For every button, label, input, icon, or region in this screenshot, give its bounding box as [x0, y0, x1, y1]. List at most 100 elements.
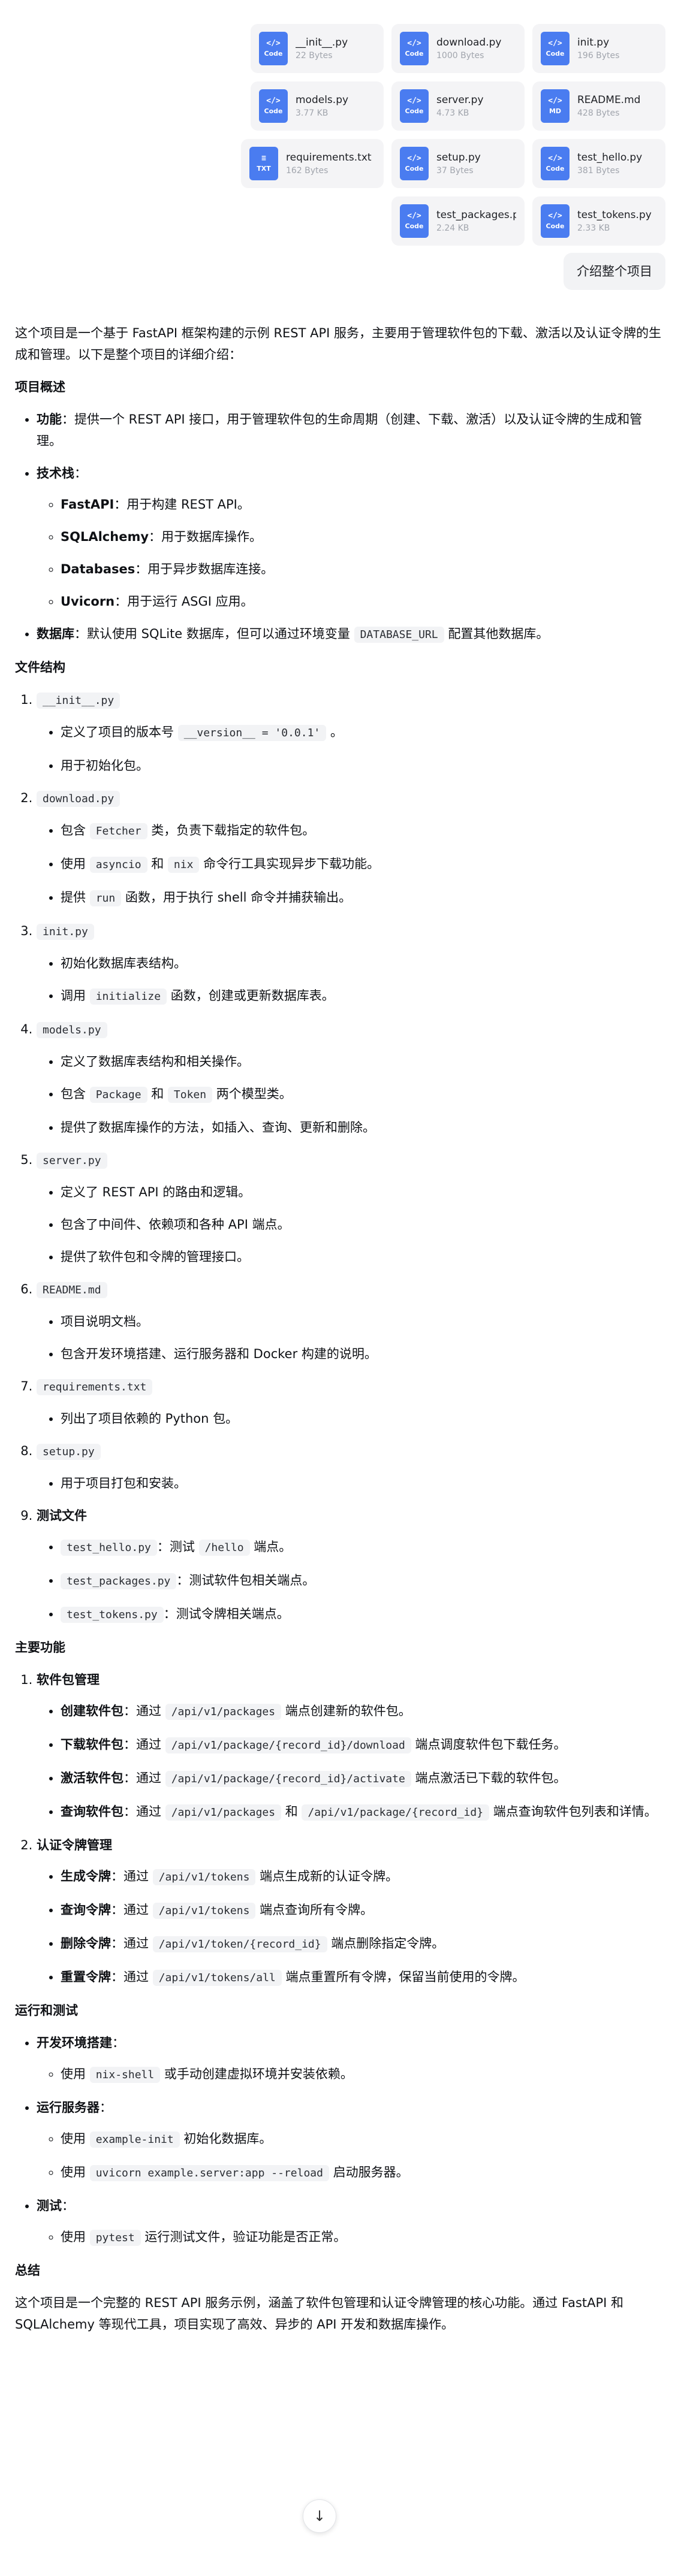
file-size: 2.24 KB: [436, 223, 469, 233]
file-size: 428 Bytes: [577, 108, 620, 118]
file-name: __init__.py: [296, 37, 348, 49]
inline-code: /api/v1/packages: [165, 1804, 282, 1821]
file-card-requirements[interactable]: ≡ TXT requirements.txt 162 Bytes: [241, 139, 384, 188]
list-item: 测试文件 test_hello.py：测试 /hello 端点。 test_pa…: [37, 1505, 662, 1626]
file-size: 2.33 KB: [577, 223, 610, 233]
list-item: __init__.py 定义了项目的版本号 __version__ = '0.0…: [37, 689, 662, 776]
inline-code: server.py: [37, 1153, 107, 1169]
file-size: 3.77 KB: [296, 108, 329, 118]
attachment-row: </> Code __init__.py 22 Bytes </> Code down…: [234, 24, 665, 73]
list-item: 软件包管理 创建软件包：通过 /api/v1/packages 端点创建新的软件…: [37, 1669, 662, 1824]
file-size: 4.73 KB: [436, 108, 469, 118]
code-file-icon: </> Code: [400, 204, 429, 238]
inline-code: pytest: [89, 2230, 141, 2246]
file-card-test-packages[interactable]: </>Code test_packages.py 2.24 KB: [391, 196, 525, 246]
inline-code: __version__ = '0.0.1': [177, 725, 327, 741]
list-item: README.md 项目说明文档。 包含开发环境搭建、运行服务器和 Docker…: [37, 1278, 662, 1365]
file-card-download[interactable]: </> Code download.py 1000 Bytes: [391, 24, 525, 73]
section-heading-structure: 文件结构: [15, 660, 65, 675]
file-name: test_tokens.py: [577, 209, 652, 221]
file-name: requirements.txt: [286, 152, 372, 164]
file-size: 381 Bytes: [577, 166, 620, 176]
inline-code: nix-shell: [89, 2067, 161, 2083]
file-card-init[interactable]: </> Code init.py 196 Bytes: [532, 24, 665, 73]
inline-code: /api/v1/packages: [165, 1704, 282, 1720]
list-item: FastAPI：用于构建 REST API。: [61, 494, 662, 515]
overview-list: 功能：提供一个 REST API 接口，用于管理软件包的生命周期（创建、下载、激…: [15, 409, 662, 646]
file-name: test_packages.py: [436, 209, 516, 221]
inline-code: DATABASE_URL: [354, 627, 444, 643]
list-item: models.py 定义了数据库表结构和相关操作。 包含 Package 和 T…: [37, 1018, 662, 1138]
user-message-bubble: 介绍整个项目: [564, 253, 665, 290]
file-card-test-tokens[interactable]: </> Code test_tokens.py 2.33 KB: [532, 196, 665, 246]
section-heading-run: 运行和测试: [15, 2003, 78, 2018]
code-file-icon: </> Code: [541, 147, 570, 180]
list-item: requirements.txt 列出了项目依赖的 Python 包。: [37, 1375, 662, 1429]
inline-code: README.md: [37, 1282, 107, 1298]
inline-code: /api/v1/package/{record_id}: [302, 1804, 490, 1821]
list-item: 测试： 使用 pytest 运行测试文件，验证功能是否正常。: [37, 2195, 662, 2249]
inline-code: requirements.txt: [37, 1379, 153, 1395]
inline-code: test_tokens.py: [61, 1607, 164, 1623]
inline-code: test_hello.py: [61, 1540, 157, 1556]
file-card-test-hello[interactable]: </> Code test_hello.py 381 Bytes: [532, 139, 665, 188]
inline-code: models.py: [37, 1022, 107, 1038]
file-name: download.py: [436, 37, 502, 49]
attachment-row: ≡ TXT requirements.txt 162 Bytes </> Code s…: [234, 139, 665, 188]
inline-code: download.py: [37, 791, 120, 807]
markdown-file-icon: </> MD: [541, 89, 570, 123]
section-heading-features: 主要功能: [15, 1640, 65, 1655]
file-name: test_hello.py: [577, 152, 643, 164]
attachment-row: </> Code models.py 3.77 KB </> Code server.…: [234, 81, 665, 131]
file-card-readme[interactable]: </> MD README.md 428 Bytes: [532, 81, 665, 131]
list-item: download.py 包含 Fetcher 类，负责下载指定的软件包。 使用 …: [37, 787, 662, 909]
file-name: setup.py: [436, 152, 481, 164]
scroll-down-button[interactable]: ↓: [303, 2499, 336, 2533]
list-item: 功能：提供一个 REST API 接口，用于管理软件包的生命周期（创建、下载、激…: [37, 409, 662, 452]
text-file-icon: ≡ TXT: [249, 147, 278, 180]
structure-list: __init__.py 定义了项目的版本号 __version__ = '0.0…: [15, 689, 662, 1626]
intro-paragraph: 这个项目是一个基于 FastAPI 框架构建的示例 REST API 服务，主要…: [15, 326, 662, 362]
inline-code: Package: [89, 1087, 147, 1103]
file-name: server.py: [436, 94, 484, 106]
inline-code: run: [89, 890, 122, 906]
assistant-answer: 这个项目是一个基于 FastAPI 框架构建的示例 REST API 服务，主要…: [15, 322, 662, 2346]
inline-code: /api/v1/tokens/all: [152, 1970, 282, 1986]
file-size: 196 Bytes: [577, 51, 620, 61]
inline-code: /api/v1/package/{record_id}/activate: [165, 1771, 411, 1787]
file-size: 162 Bytes: [286, 166, 329, 176]
inline-code: example-init: [89, 2131, 180, 2148]
inline-code: /hello: [198, 1540, 250, 1556]
list-item: Uvicorn：用于运行 ASGI 应用。: [61, 591, 662, 612]
run-list: 开发环境搭建： 使用 nix-shell 或手动创建虚拟环境并安装依赖。 运行服…: [15, 2032, 662, 2249]
inline-code: /api/v1/token/{record_id}: [152, 1936, 327, 1952]
file-card-init-pkg[interactable]: </> Code __init__.py 22 Bytes: [251, 24, 384, 73]
file-size: 37 Bytes: [436, 166, 474, 176]
inline-code: asyncio: [89, 857, 147, 873]
file-name: models.py: [296, 94, 349, 106]
inline-code: nix: [167, 857, 200, 873]
inline-code: Fetcher: [89, 823, 147, 839]
file-card-models[interactable]: </> Code models.py 3.77 KB: [251, 81, 384, 131]
list-item: server.py 定义了 REST API 的路由和逻辑。 包含了中间件、依赖…: [37, 1149, 662, 1268]
inline-code: __init__.py: [37, 693, 120, 709]
code-file-icon: </> Code: [400, 32, 429, 65]
code-file-icon: </> Code: [259, 32, 288, 65]
inline-code: Token: [167, 1087, 213, 1103]
code-file-icon: </> Code: [400, 147, 429, 180]
attachment-row: </>Code test_packages.py 2.24 KB </>Code …: [234, 196, 665, 246]
inline-code: initialize: [89, 988, 167, 1005]
inline-code: /api/v1/tokens: [152, 1869, 256, 1885]
attachments: </> Code __init__.py 22 Bytes </> Code down…: [234, 24, 665, 254]
list-item: 认证令牌管理 生成令牌：通过 /api/v1/tokens 端点生成新的认证令牌…: [37, 1834, 662, 1989]
code-file-icon: </> Code: [259, 89, 288, 123]
code-file-icon: </> Code: [541, 204, 570, 238]
inline-code: /api/v1/package/{record_id}/download: [165, 1737, 411, 1753]
list-item: Databases：用于异步数据库连接。: [61, 558, 662, 580]
file-card-setup[interactable]: </> Code setup.py 37 Bytes: [391, 139, 525, 188]
code-file-icon: </> Code: [400, 89, 429, 123]
file-card-server[interactable]: </> Code server.py 4.73 KB: [391, 81, 525, 131]
inline-code: init.py: [37, 924, 94, 940]
section-heading-summary: 总结: [15, 2263, 40, 2278]
list-item: 数据库：默认使用 SQLite 数据库，但可以通过环境变量 DATABASE_U…: [37, 623, 662, 646]
